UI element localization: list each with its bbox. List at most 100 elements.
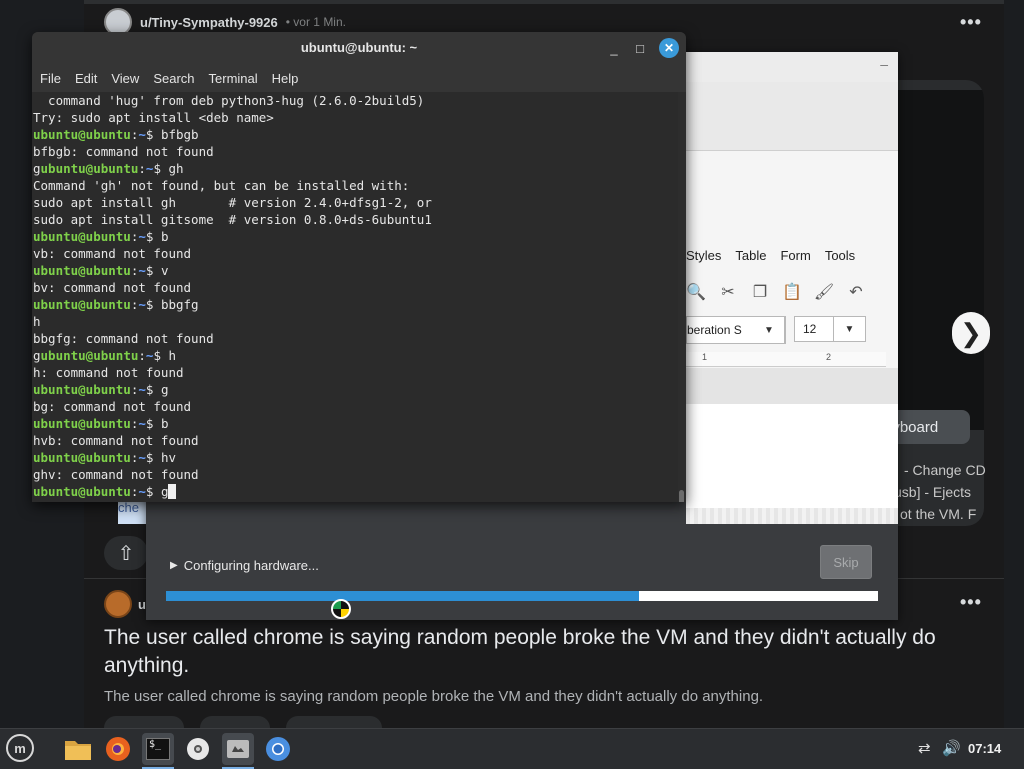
post2-username[interactable]: u — [138, 597, 146, 612]
prompt-path: ~ — [138, 127, 146, 142]
folder-icon[interactable] — [62, 733, 94, 765]
disc-icon[interactable] — [182, 733, 214, 765]
more-options-icon[interactable]: ••• — [960, 592, 982, 613]
menu-help[interactable]: Help — [272, 71, 299, 86]
prompt-user: ubuntu@ubuntu — [33, 416, 131, 431]
menu-form[interactable]: Form — [780, 248, 810, 263]
ruler-mark-1: 1 — [702, 352, 708, 362]
copy-icon[interactable]: ❐ — [750, 282, 770, 302]
terminal-output-line: Try: sudo apt install <deb name> — [33, 110, 274, 125]
terminal-app-label: $_ — [146, 738, 170, 760]
prompt-path: ~ — [138, 450, 146, 465]
prompt-user: ubuntu@ubuntu — [33, 127, 131, 142]
terminal-prompt-line: ubuntu@ubuntu:~$ b — [33, 229, 169, 244]
document-margin — [686, 368, 898, 404]
next-arrow-icon[interactable]: ❯ — [952, 312, 990, 354]
document-page[interactable] — [686, 404, 898, 508]
minimize-icon[interactable]: – — [880, 56, 888, 72]
minimize-icon[interactable]: _ — [604, 38, 624, 58]
status-row[interactable]: ▶ Configuring hardware... — [170, 558, 319, 573]
scrollbar[interactable] — [679, 490, 684, 502]
undo-icon[interactable]: ↶ — [846, 282, 866, 302]
chevron-down-icon[interactable]: ▼ — [834, 316, 866, 342]
text-cursor — [168, 484, 177, 499]
post2-header: u — [104, 590, 146, 618]
volume-icon[interactable]: 🔊 — [942, 739, 961, 757]
prompt-user: ubuntu@ubuntu — [40, 161, 139, 176]
terminal-prompt-line: ubuntu@ubuntu:~$ g — [33, 483, 432, 500]
menu-search[interactable]: Search — [153, 71, 194, 86]
terminal-menubar: File Edit View Search Terminal Help — [32, 64, 686, 92]
find-replace-icon[interactable]: 🔍 — [686, 282, 706, 302]
chevron-down-icon[interactable]: ▼ — [754, 316, 785, 344]
terminal-output-line: hvb: command not found — [33, 433, 199, 448]
side-text-2: usb] - Ejects — [894, 484, 972, 500]
post2-title[interactable]: The user called chrome is saying random … — [104, 624, 964, 680]
prompt-path: ~ — [145, 161, 154, 176]
post2-body: The user called chrome is saying random … — [104, 688, 764, 705]
progress-bar — [166, 591, 878, 601]
terminal-output-line: command 'hug' from deb python3-hug (2.6.… — [33, 93, 425, 108]
terminal-output-line: Command 'gh' not found, but can be insta… — [33, 178, 410, 193]
network-disconnected-icon[interactable]: ⇄ — [918, 739, 931, 757]
prompt-user: ubuntu@ubuntu — [33, 229, 131, 244]
installer-footer: ▶ Configuring hardware... Skip — [146, 524, 898, 620]
prompt-user: ubuntu@ubuntu — [33, 484, 131, 499]
side-text-3: ot the VM. F — [900, 506, 977, 522]
prompt-user: ubuntu@ubuntu — [33, 297, 131, 312]
menu-table[interactable]: Table — [735, 248, 766, 263]
firefox-icon[interactable] — [102, 733, 134, 765]
terminal-lines: command 'hug' from deb python3-hug (2.6.… — [33, 92, 432, 500]
terminal-output-line: bv: command not found — [33, 280, 192, 295]
post1-timeago: • vor 1 Min. — [285, 15, 346, 29]
menu-view[interactable]: View — [111, 71, 139, 86]
side-text-1: - Change CD — [904, 462, 986, 478]
prompt-user: ubuntu@ubuntu — [33, 382, 131, 397]
terminal-window: ubuntu@ubuntu: ~ _ □ ✕ File Edit View Se… — [32, 32, 686, 502]
menu-tools[interactable]: Tools — [825, 248, 855, 263]
menu-terminal[interactable]: Terminal — [209, 71, 258, 86]
keyboard-button[interactable]: eyboard — [890, 410, 970, 444]
expand-arrow-icon[interactable]: ▶ — [170, 560, 178, 571]
chromium-icon[interactable] — [262, 733, 294, 765]
mint-menu-icon[interactable]: m — [6, 734, 34, 762]
terminal-output-line: bg: command not found — [33, 399, 192, 414]
clone-format-icon[interactable]: 🖌 — [814, 282, 834, 302]
terminal-output[interactable]: command 'hug' from deb python3-hug (2.6.… — [32, 92, 678, 502]
taskbar: m $_ ⇄ 🔊 07:14 — [0, 728, 1024, 769]
maximize-icon[interactable]: □ — [630, 38, 650, 58]
paste-icon[interactable]: 📋 — [782, 282, 802, 302]
menu-edit[interactable]: Edit — [75, 71, 97, 86]
installer-icon[interactable] — [222, 733, 254, 769]
menu-file[interactable]: File — [40, 71, 61, 86]
terminal-prompt-line: ubuntu@ubuntu:~$ bfbgb — [33, 127, 199, 142]
tag-chip[interactable]: che — [118, 500, 148, 524]
more-options-icon[interactable]: ••• — [960, 12, 982, 33]
font-size-field[interactable]: 12 — [794, 316, 834, 342]
terminal-prompt-line: ubuntu@ubuntu:~$ bbgfg — [33, 297, 199, 312]
terminal-output-line: sudo apt install gitsome # version 0.8.0… — [33, 212, 432, 227]
clock[interactable]: 07:14 — [968, 741, 1001, 756]
terminal-titlebar[interactable]: ubuntu@ubuntu: ~ _ □ ✕ — [32, 32, 686, 64]
ruler: 1 2 — [686, 352, 886, 367]
prompt-user: ubuntu@ubuntu — [33, 263, 131, 278]
prompt-path: ~ — [138, 382, 146, 397]
upvote-icon[interactable]: ⇧ — [104, 536, 148, 570]
prompt-user: ubuntu@ubuntu — [40, 348, 139, 363]
cut-icon[interactable]: ✂ — [718, 282, 738, 302]
close-icon[interactable]: ✕ — [659, 38, 679, 58]
avatar[interactable] — [104, 590, 132, 618]
status-text: Configuring hardware... — [183, 558, 319, 573]
menu-styles[interactable]: Styles — [686, 248, 721, 263]
prompt-path: ~ — [138, 484, 146, 499]
terminal-prompt-line: ubuntu@ubuntu:~$ b — [33, 416, 169, 431]
writer-preview: Styles Table Form Tools 🔍 ✂ ❐ 📋 🖌 ↶ bera… — [686, 82, 898, 524]
prompt-path: ~ — [138, 263, 146, 278]
prompt-path: ~ — [138, 229, 146, 244]
document-bottom — [686, 508, 898, 524]
skip-button[interactable]: Skip — [820, 545, 872, 579]
terminal-output-line: h — [33, 314, 41, 329]
terminal-icon[interactable]: $_ — [142, 733, 174, 769]
page-top-border — [84, 0, 1004, 4]
post1-username[interactable]: u/Tiny-Sympathy-9926 — [140, 15, 278, 30]
